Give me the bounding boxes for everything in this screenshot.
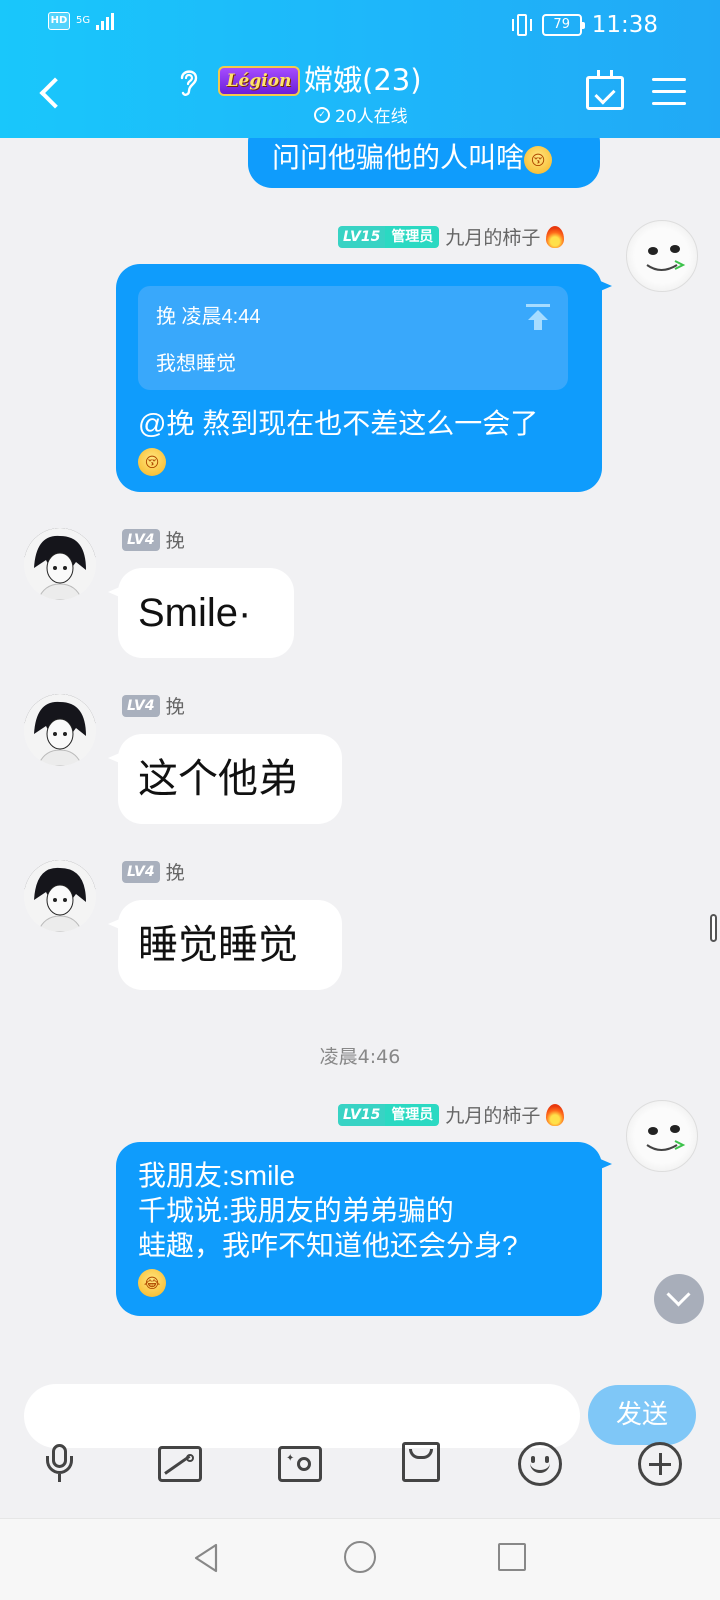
quote-text: 我想睡觉 (156, 353, 236, 375)
message-text: Smile· (138, 591, 252, 635)
message-line: 千城说:我朋友的弟弟骗的 (138, 1195, 454, 1226)
check-circle-icon: ✓ (314, 106, 330, 123)
avatar[interactable] (626, 220, 698, 292)
message-list[interactable]: 问问他骗他的人叫啥 😚 LV15 管理员 九月的柿子 挽 凌晨4:44 我想睡觉 @… (0, 138, 720, 1384)
online-count-label: 20人在线 (335, 107, 408, 127)
jump-to-quote-icon[interactable] (526, 304, 550, 330)
vibrate-icon (511, 14, 532, 36)
message-bubble-outgoing[interactable]: 挽 凌晨4:44 我想睡觉 @挽 熬到现在也不差这么一会了 😚 (116, 264, 612, 492)
message-bubble-outgoing[interactable]: 问问他骗他的人叫啥 😚 (248, 138, 600, 188)
quote-header: 挽 凌晨4:44 (156, 306, 261, 328)
input-bar: 发送 (0, 1384, 720, 1490)
emoji-icon: 😚 (138, 447, 166, 476)
sender-name[interactable]: 九月的柿子 (445, 1101, 540, 1128)
triangle-back-icon (194, 1543, 218, 1573)
sender-line: LV4 挽 (122, 526, 185, 553)
flame-icon (546, 225, 565, 248)
ear-icon[interactable] (176, 66, 202, 98)
quoted-reply[interactable]: 挽 凌晨4:44 我想睡觉 (138, 286, 568, 390)
level-badge: LV4 (122, 694, 160, 717)
image-icon[interactable] (158, 1446, 202, 1482)
network-type: 5G (76, 15, 91, 26)
status-bar-right: 79 11:38 (511, 12, 658, 38)
sender-name[interactable]: 挽 (166, 692, 185, 719)
chat-header: HD 5G 79 11:38 Légion 嫦娥(23) ✓ 20人在线 (0, 0, 720, 138)
message-bubble-incoming[interactable]: Smile· (108, 568, 294, 658)
level-badge: LV4 (122, 528, 160, 551)
microphone-icon[interactable] (38, 1442, 82, 1486)
emoji-icon: 😚 (524, 145, 553, 174)
message-line: 蛙趣，我咋不知道他还会分身? (138, 1230, 518, 1261)
calendar-check-icon[interactable] (586, 70, 624, 110)
level-badge: LV15 管理员 (338, 1103, 440, 1126)
message-line: 我朋友:smile (138, 1160, 296, 1191)
status-time: 11:38 (591, 12, 658, 38)
chevron-down-icon (666, 1282, 691, 1307)
back-arrow-icon (39, 77, 71, 109)
message-input[interactable] (24, 1384, 580, 1448)
battery-icon: 79 (541, 14, 585, 36)
level-badge: LV15 管理员 (338, 225, 440, 248)
message-bubble-incoming[interactable]: 睡觉睡觉 (108, 900, 342, 990)
message-text: 问问他骗他的人叫啥 (272, 142, 525, 173)
status-bar-left: HD 5G (48, 12, 115, 30)
scroll-to-bottom-button[interactable] (654, 1274, 704, 1324)
signal-icon (96, 12, 115, 30)
group-title[interactable]: 嫦娥(23) (304, 62, 422, 98)
sender-line: LV15 管理员 九月的柿子 (338, 1101, 565, 1128)
online-count[interactable]: ✓ 20人在线 (314, 102, 408, 127)
doge-face-icon (646, 1125, 686, 1151)
avatar-image (24, 860, 96, 932)
plus-icon[interactable] (638, 1442, 682, 1486)
emoji-icon[interactable] (518, 1442, 562, 1486)
message-text: 睡觉睡觉 (138, 923, 298, 967)
flame-icon (546, 1103, 565, 1126)
nav-recents-button[interactable] (498, 1543, 526, 1571)
group-badge: Légion (218, 66, 300, 96)
message-bubble-outgoing[interactable]: 我朋友:smile 千城说:我朋友的弟弟骗的 蛙趣，我咋不知道他还会分身? 😂 (116, 1142, 612, 1316)
level-badge: LV4 (122, 860, 160, 883)
sender-name[interactable]: 挽 (166, 858, 185, 885)
message-timestamp: 凌晨4:46 (319, 1046, 401, 1068)
ear-icon-svg (180, 70, 198, 96)
avatar[interactable] (24, 528, 96, 600)
avatar-image (24, 528, 96, 600)
sender-line: LV4 挽 (122, 692, 185, 719)
sender-name[interactable]: 挽 (166, 526, 185, 553)
system-nav-bar (0, 1518, 720, 1600)
red-envelope-icon[interactable] (402, 1442, 440, 1482)
avatar[interactable] (24, 694, 96, 766)
send-button[interactable]: 发送 (588, 1385, 696, 1445)
camera-icon[interactable]: ✦ (278, 1446, 322, 1482)
message-text: @挽 熬到现在也不差这么一会了 😚 (138, 406, 588, 478)
sender-line: LV15 管理员 九月的柿子 (338, 223, 565, 250)
emoji-icon: 😂 (138, 1268, 166, 1297)
doge-face-icon (646, 245, 686, 271)
nav-back-button[interactable] (190, 1541, 224, 1575)
nav-home-button[interactable] (344, 1541, 376, 1573)
scrollbar-thumb[interactable] (710, 914, 717, 942)
message-text: 这个他弟 (138, 757, 298, 801)
hd-indicator: HD (48, 12, 70, 30)
sender-line: LV4 挽 (122, 858, 185, 885)
avatar[interactable] (24, 860, 96, 932)
avatar-image (24, 694, 96, 766)
menu-icon[interactable] (652, 78, 686, 108)
avatar[interactable] (626, 1100, 698, 1172)
sender-name[interactable]: 九月的柿子 (445, 223, 540, 250)
message-bubble-incoming[interactable]: 这个他弟 (108, 734, 342, 824)
back-button[interactable] (36, 76, 71, 116)
